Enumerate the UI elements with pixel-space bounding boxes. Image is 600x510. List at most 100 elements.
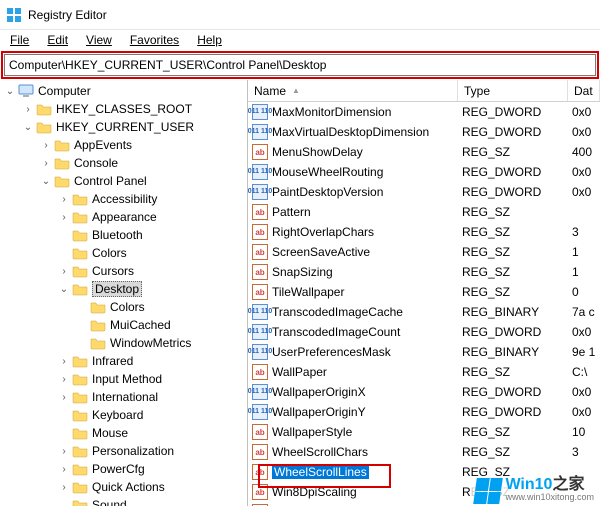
folder-icon <box>72 498 88 506</box>
tree-node-current-user[interactable]: ⌄ HKEY_CURRENT_USER <box>2 118 247 136</box>
list-row[interactable]: 011 110MaxMonitorDimensionREG_DWORD0x0 <box>248 102 600 122</box>
folder-icon <box>36 102 52 116</box>
value-name: Pattern <box>272 205 311 219</box>
tree-node-accessibility[interactable]: ›Accessibility <box>2 190 247 208</box>
menu-help[interactable]: Help <box>189 31 230 49</box>
list-row[interactable]: abWindowArrangREG_SZ <box>248 502 600 506</box>
spacer <box>76 337 88 349</box>
chevron-right-icon[interactable]: › <box>58 445 70 457</box>
chevron-right-icon[interactable]: › <box>58 355 70 367</box>
list-row[interactable]: abWheelScrollCharsREG_SZ3 <box>248 442 600 462</box>
tree-node-desktop-windowmetrics[interactable]: WindowMetrics <box>2 334 247 352</box>
list-row[interactable]: 011 110PaintDesktopVersionREG_DWORD0x0 <box>248 182 600 202</box>
tree-node-desktop-muicached[interactable]: MuiCached <box>2 316 247 334</box>
menu-file[interactable]: File <box>2 31 37 49</box>
chevron-right-icon[interactable]: › <box>58 481 70 493</box>
tree-node-colors[interactable]: Colors <box>2 244 247 262</box>
tree-node-bluetooth[interactable]: Bluetooth <box>2 226 247 244</box>
value-name: WallPaper <box>272 365 327 379</box>
menu-view[interactable]: View <box>78 31 120 49</box>
computer-icon <box>18 84 34 98</box>
tree-node-sound[interactable]: Sound <box>2 496 247 506</box>
tree-node-classes-root[interactable]: › HKEY_CLASSES_ROOT <box>2 100 247 118</box>
tree-node-control-panel[interactable]: ⌄ Control Panel <box>2 172 247 190</box>
folder-icon <box>72 462 88 476</box>
tree-node-console[interactable]: › Console <box>2 154 247 172</box>
list-row[interactable]: abRightOverlapCharsREG_SZ3 <box>248 222 600 242</box>
value-data: 0x0 <box>568 105 600 119</box>
chevron-down-icon[interactable]: ⌄ <box>40 175 52 187</box>
list-row[interactable]: 011 110UserPreferencesMaskREG_BINARY9e 1 <box>248 342 600 362</box>
tree-node-personalization[interactable]: › Personalization <box>2 442 247 460</box>
tree-node-desktop-colors[interactable]: Colors <box>2 298 247 316</box>
chevron-down-icon[interactable]: ⌄ <box>22 121 34 133</box>
tree-node-desktop[interactable]: ⌄Desktop <box>2 280 247 298</box>
value-data: 0x0 <box>568 405 600 419</box>
list-row[interactable]: abScreenSaveActiveREG_SZ1 <box>248 242 600 262</box>
list-row[interactable]: 011 110MaxVirtualDesktopDimensionREG_DWO… <box>248 122 600 142</box>
tree-node-appearance[interactable]: ›Appearance <box>2 208 247 226</box>
list-row[interactable]: 011 110TranscodedImageCountREG_DWORD0x0 <box>248 322 600 342</box>
column-header-name[interactable]: Name▲ <box>248 80 458 101</box>
chevron-right-icon[interactable]: › <box>58 391 70 403</box>
tree-label: Personalization <box>92 444 174 458</box>
tree-node-quick-actions[interactable]: ›Quick Actions <box>2 478 247 496</box>
list-row[interactable]: 011 110MouseWheelRoutingREG_DWORD0x0 <box>248 162 600 182</box>
chevron-right-icon[interactable]: › <box>58 463 70 475</box>
list-row[interactable]: 011 110WallpaperOriginXREG_DWORD0x0 <box>248 382 600 402</box>
list-row[interactable]: abWin8DpiScalingREG_SZ <box>248 482 600 502</box>
list-row[interactable]: 011 110TranscodedImageCacheREG_BINARY7a … <box>248 302 600 322</box>
value-type: REG_SZ <box>458 465 568 479</box>
value-name-cell: abWheelScrollChars <box>248 444 458 460</box>
list-row[interactable]: abWallpaperStyleREG_SZ10 <box>248 422 600 442</box>
tree-node-keyboard[interactable]: Keyboard <box>2 406 247 424</box>
chevron-right-icon[interactable]: › <box>58 373 70 385</box>
chevron-right-icon[interactable]: › <box>40 157 52 169</box>
chevron-right-icon[interactable]: › <box>58 193 70 205</box>
column-header-type[interactable]: Type <box>458 80 568 101</box>
list-row[interactable]: abMenuShowDelayREG_SZ400 <box>248 142 600 162</box>
column-header-data[interactable]: Dat <box>568 80 600 101</box>
tree-node-computer[interactable]: ⌄ Computer <box>2 82 247 100</box>
tree-node-input-method[interactable]: ›Input Method <box>2 370 247 388</box>
tree-node-international[interactable]: ›International <box>2 388 247 406</box>
menu-edit[interactable]: Edit <box>39 31 76 49</box>
tree-node-mouse[interactable]: Mouse <box>2 424 247 442</box>
tree-label: HKEY_CLASSES_ROOT <box>56 102 192 116</box>
list-pane[interactable]: Name▲ Type Dat 011 110MaxMonitorDimensio… <box>248 80 600 506</box>
tree-node-infrared[interactable]: ›Infrared <box>2 352 247 370</box>
value-name-cell: 011 110PaintDesktopVersion <box>248 184 458 200</box>
reg-string-icon: ab <box>252 504 268 506</box>
value-name-cell: abSnapSizing <box>248 264 458 280</box>
folder-icon <box>72 192 88 206</box>
tree-node-powercfg[interactable]: ›PowerCfg <box>2 460 247 478</box>
value-name-cell: 011 110WallpaperOriginX <box>248 384 458 400</box>
list-row[interactable]: 011 110WallpaperOriginYREG_DWORD0x0 <box>248 402 600 422</box>
value-type: REG_SZ <box>458 425 568 439</box>
value-name: WallpaperStyle <box>272 425 352 439</box>
tree-node-cursors[interactable]: ›Cursors <box>2 262 247 280</box>
value-data: 0x0 <box>568 125 600 139</box>
chevron-down-icon[interactable]: ⌄ <box>58 283 70 295</box>
tree-pane[interactable]: ⌄ Computer › HKEY_CLASSES_ROOT ⌄ HKEY_CU… <box>0 80 248 506</box>
list-row[interactable]: abSnapSizingREG_SZ1 <box>248 262 600 282</box>
menubar: File Edit View Favorites Help <box>0 30 600 50</box>
chevron-down-icon[interactable]: ⌄ <box>4 85 16 97</box>
list-row[interactable]: abPatternREG_SZ <box>248 202 600 222</box>
chevron-right-icon[interactable]: › <box>58 211 70 223</box>
value-type: REG_DWORD <box>458 165 568 179</box>
chevron-right-icon[interactable]: › <box>22 103 34 115</box>
menu-favorites[interactable]: Favorites <box>122 31 187 49</box>
chevron-right-icon[interactable]: › <box>40 139 52 151</box>
window-title: Registry Editor <box>28 8 107 22</box>
value-data: 9e 1 <box>568 345 600 359</box>
tree-node-appevents[interactable]: › AppEvents <box>2 136 247 154</box>
list-row[interactable]: abWallPaperREG_SZC:\ <box>248 362 600 382</box>
value-name: MouseWheelRouting <box>272 165 383 179</box>
chevron-right-icon[interactable]: › <box>58 265 70 277</box>
address-input[interactable] <box>4 54 596 76</box>
value-name: SnapSizing <box>272 265 333 279</box>
list-row[interactable]: abWheelScrollLinesREG_SZ <box>248 462 600 482</box>
list-row[interactable]: abTileWallpaperREG_SZ0 <box>248 282 600 302</box>
value-data: 3 <box>568 225 600 239</box>
